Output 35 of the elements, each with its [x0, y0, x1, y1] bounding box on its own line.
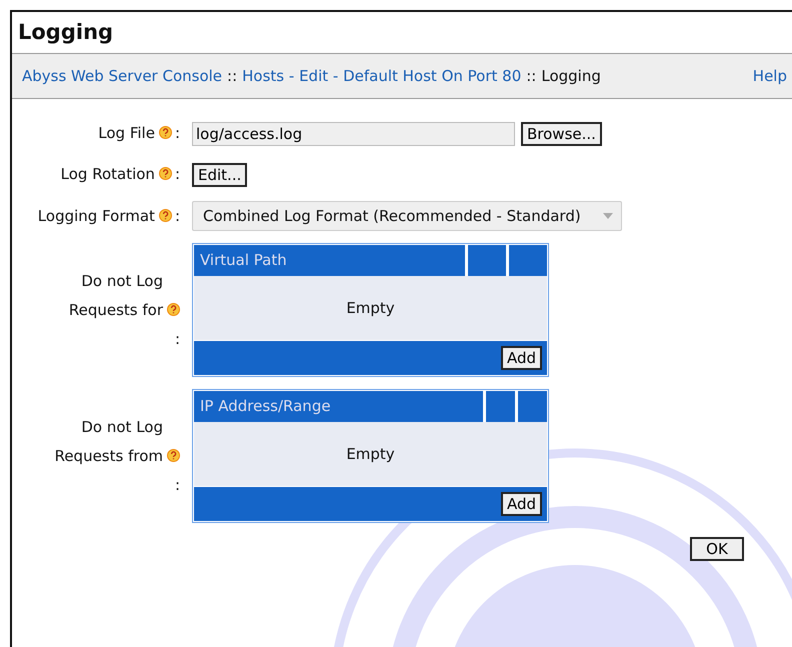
ok-button[interactable]: OK [690, 537, 744, 561]
empty-message: Empty [346, 445, 395, 463]
help-icon[interactable] [167, 448, 180, 462]
breadcrumb-separator: :: [526, 67, 536, 85]
empty-message: Empty [346, 299, 395, 317]
format-dropdown[interactable]: Combined Log Format (Recommended - Standard) [192, 201, 622, 231]
empty-header [518, 391, 547, 422]
caret-icon [603, 213, 613, 219]
help-icon[interactable] [158, 167, 172, 180]
colon: : [174, 476, 180, 494]
field-label: Log File [98, 123, 155, 144]
help-icon[interactable] [158, 126, 172, 139]
column-header: Virtual Path [194, 245, 465, 276]
colon: : [174, 330, 180, 348]
breadcrumb-separator: :: [227, 67, 238, 85]
log-file-field[interactable]: log/access.log [192, 122, 515, 146]
help-icon[interactable] [167, 302, 180, 316]
field-label: Logging Format [38, 206, 155, 226]
breadcrumb-current: Logging [541, 67, 601, 85]
colon: : [174, 206, 180, 224]
breadcrumb-link[interactable]: Abyss Web Server Console [22, 67, 222, 85]
column-header: IP Address/Range [194, 391, 483, 422]
add-button[interactable]: Add [500, 346, 542, 370]
colon: : [174, 124, 180, 142]
colon: : [174, 165, 180, 183]
edit-button[interactable]: Edit... [192, 162, 248, 186]
help-icon[interactable] [158, 208, 172, 222]
browse-button[interactable]: Browse... [521, 122, 602, 146]
field-label: Do not Log Requests for [68, 270, 163, 320]
field-label: Do not Log Requests from [54, 416, 163, 466]
empty-header [486, 391, 515, 422]
breadcrumb-link[interactable]: Hosts - Edit - Default Host On Port 80 [242, 67, 522, 85]
help-link[interactable]: Help [752, 67, 787, 85]
add-button[interactable]: Add [500, 492, 542, 516]
field-label: Log Rotation [60, 164, 155, 185]
